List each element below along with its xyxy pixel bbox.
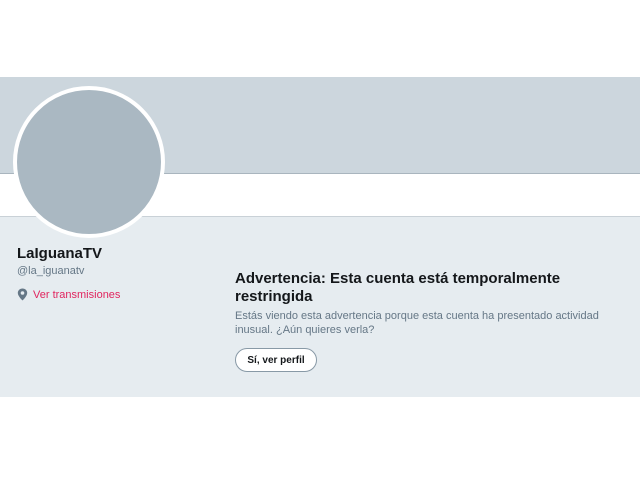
profile-page: LaIguanaTV @la_iguanatv Ver transmisione…: [0, 0, 640, 480]
location-pin-icon: [17, 288, 28, 301]
periscope-link-label[interactable]: Ver transmisiones: [33, 289, 120, 301]
avatar[interactable]: [13, 86, 165, 238]
profile-handle: @la_iguanatv: [17, 265, 85, 277]
profile-content: [0, 217, 640, 397]
warning-title: Advertencia: Esta cuenta está temporalme…: [235, 270, 561, 305]
view-profile-button[interactable]: Sí, ver perfil: [235, 348, 317, 372]
periscope-link[interactable]: Ver transmisiones: [17, 288, 120, 301]
profile-name: LaIguanaTV: [17, 245, 103, 262]
warning-body: Estás viendo esta advertencia porque est…: [235, 310, 599, 336]
